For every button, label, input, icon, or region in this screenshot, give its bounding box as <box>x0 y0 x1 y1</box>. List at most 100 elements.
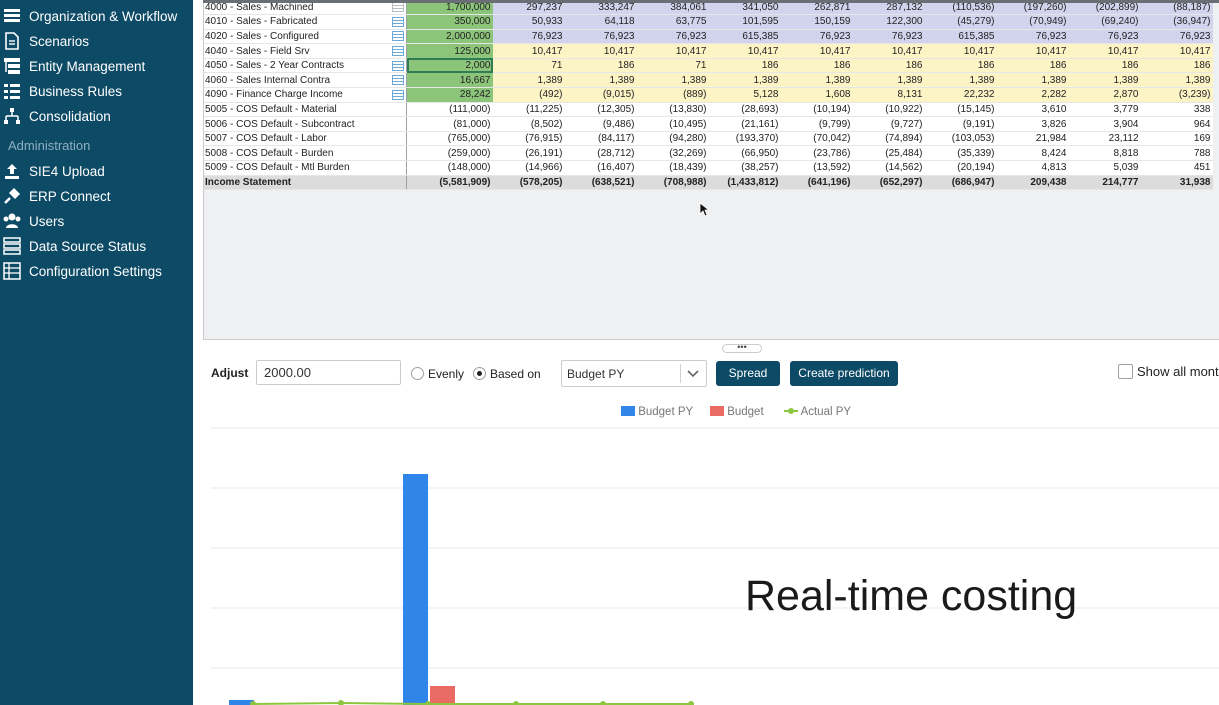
month-value-cell[interactable]: (641,196) <box>780 175 853 191</box>
month-value-cell[interactable]: 76,923 <box>564 29 637 45</box>
month-value-cell[interactable]: (70,042) <box>780 131 853 147</box>
evenly-radio[interactable] <box>411 367 424 380</box>
row-detail-icon[interactable] <box>390 43 407 59</box>
month-value-cell[interactable]: 1,389 <box>492 72 565 89</box>
month-value-cell[interactable]: 1,389 <box>924 72 997 89</box>
adjust-amount-input[interactable] <box>256 360 401 385</box>
month-value-cell[interactable]: 101,595 <box>708 14 781 30</box>
month-value-cell[interactable]: 150,159 <box>780 14 853 30</box>
based-on-select[interactable]: Budget PY <box>561 360 707 387</box>
month-value-cell[interactable]: (12,305) <box>564 102 637 118</box>
month-value-cell[interactable]: 10,417 <box>780 43 853 59</box>
month-value-cell[interactable]: 1,389 <box>564 72 637 89</box>
month-value-cell[interactable]: (10,495) <box>636 116 709 132</box>
month-value-cell[interactable]: (11,225) <box>492 102 565 118</box>
month-value-cell[interactable]: 186 <box>780 58 853 74</box>
month-value-cell[interactable]: 1,608 <box>780 87 853 103</box>
month-value-cell[interactable]: 10,417 <box>852 43 925 59</box>
month-value-cell[interactable]: 186 <box>1140 58 1213 74</box>
month-value-cell[interactable]: (15,145) <box>924 102 997 118</box>
month-value-cell[interactable]: (84,117) <box>564 131 637 147</box>
row-detail-icon[interactable] <box>390 14 407 30</box>
total-value-cell[interactable]: (111,000) <box>406 102 493 118</box>
month-value-cell[interactable]: 122,300 <box>852 14 925 30</box>
month-value-cell[interactable]: 451 <box>1140 160 1213 176</box>
show-all-months-checkbox[interactable] <box>1118 364 1133 379</box>
month-value-cell[interactable]: 1,389 <box>996 72 1069 89</box>
month-value-cell[interactable]: 10,417 <box>636 43 709 59</box>
month-value-cell[interactable]: 169 <box>1140 131 1213 147</box>
month-value-cell[interactable]: 5,128 <box>708 87 781 103</box>
month-value-cell[interactable]: (28,712) <box>564 145 637 162</box>
month-value-cell[interactable]: (889) <box>636 87 709 103</box>
month-value-cell[interactable]: (492) <box>492 87 565 103</box>
month-value-cell[interactable]: (652,297) <box>852 175 925 191</box>
month-value-cell[interactable]: 338 <box>1140 102 1213 118</box>
month-value-cell[interactable]: 615,385 <box>924 29 997 45</box>
month-value-cell[interactable]: (9,191) <box>924 116 997 132</box>
month-value-cell[interactable]: (38,257) <box>708 160 781 176</box>
row-detail-icon[interactable] <box>390 87 407 103</box>
legend-budget-py[interactable]: Budget PY <box>621 406 693 418</box>
month-value-cell[interactable]: 76,923 <box>996 29 1069 45</box>
month-value-cell[interactable]: 186 <box>708 58 781 74</box>
month-value-cell[interactable]: (708,988) <box>636 175 709 191</box>
month-value-cell[interactable]: 76,923 <box>492 29 565 45</box>
month-value-cell[interactable]: 50,933 <box>492 14 565 30</box>
month-value-cell[interactable]: 3,779 <box>1068 102 1141 118</box>
total-value-cell[interactable]: (259,000) <box>406 145 493 162</box>
month-value-cell[interactable]: 1,389 <box>636 72 709 89</box>
total-value-cell[interactable]: 16,667 <box>406 72 493 89</box>
month-value-cell[interactable]: 8,131 <box>852 87 925 103</box>
month-value-cell[interactable]: 23,112 <box>1068 131 1141 147</box>
spread-button[interactable]: Spread <box>716 361 780 386</box>
month-value-cell[interactable]: 8,818 <box>1068 145 1141 162</box>
month-value-cell[interactable]: (45,279) <box>924 14 997 30</box>
panel-splitter-handle[interactable]: ••• <box>722 343 762 353</box>
month-value-cell[interactable]: 4,813 <box>996 160 1069 176</box>
month-value-cell[interactable]: 3,826 <box>996 116 1069 132</box>
month-value-cell[interactable]: 10,417 <box>708 43 781 59</box>
sidebar-item-data-source-status[interactable]: Data Source Status <box>0 234 193 258</box>
month-value-cell[interactable]: 76,923 <box>1140 29 1213 45</box>
month-value-cell[interactable]: (638,521) <box>564 175 637 191</box>
month-value-cell[interactable]: 186 <box>996 58 1069 74</box>
sidebar-item-users[interactable]: Users <box>0 209 193 233</box>
month-value-cell[interactable]: 10,417 <box>1068 43 1141 59</box>
month-value-cell[interactable]: 71 <box>636 58 709 74</box>
total-value-cell[interactable]: 125,000 <box>406 43 493 59</box>
month-value-cell[interactable]: (3,239) <box>1140 87 1213 103</box>
month-value-cell[interactable]: (1,433,812) <box>708 175 781 191</box>
total-value-cell[interactable]: 28,242 <box>406 87 493 103</box>
month-value-cell[interactable]: 788 <box>1140 145 1213 162</box>
month-value-cell[interactable]: (18,439) <box>636 160 709 176</box>
month-value-cell[interactable]: 10,417 <box>924 43 997 59</box>
sidebar-item-consolidation[interactable]: Consolidation <box>0 104 193 128</box>
month-value-cell[interactable]: 615,385 <box>708 29 781 45</box>
month-value-cell[interactable]: (8,502) <box>492 116 565 132</box>
month-value-cell[interactable]: (193,370) <box>708 131 781 147</box>
month-value-cell[interactable]: 8,424 <box>996 145 1069 162</box>
month-value-cell[interactable]: 1,389 <box>852 72 925 89</box>
month-value-cell[interactable]: 1,389 <box>1068 72 1141 89</box>
month-value-cell[interactable]: (9,799) <box>780 116 853 132</box>
month-value-cell[interactable]: (578,205) <box>492 175 565 191</box>
month-value-cell[interactable]: (9,015) <box>564 87 637 103</box>
month-value-cell[interactable]: (76,915) <box>492 131 565 147</box>
month-value-cell[interactable]: 22,232 <box>924 87 997 103</box>
month-value-cell[interactable]: 76,923 <box>636 29 709 45</box>
month-value-cell[interactable]: (66,950) <box>708 145 781 162</box>
row-detail-icon[interactable] <box>390 58 407 74</box>
month-value-cell[interactable]: 10,417 <box>996 43 1069 59</box>
month-value-cell[interactable]: 186 <box>924 58 997 74</box>
month-value-cell[interactable]: (35,339) <box>924 145 997 162</box>
month-value-cell[interactable]: 186 <box>1068 58 1141 74</box>
total-value-cell[interactable]: (5,581,909) <box>406 175 493 191</box>
month-value-cell[interactable]: 10,417 <box>564 43 637 59</box>
month-value-cell[interactable]: (16,407) <box>564 160 637 176</box>
month-value-cell[interactable]: (74,894) <box>852 131 925 147</box>
month-value-cell[interactable]: 10,417 <box>492 43 565 59</box>
month-value-cell[interactable]: (14,562) <box>852 160 925 176</box>
month-value-cell[interactable]: (23,786) <box>780 145 853 162</box>
month-value-cell[interactable]: (9,727) <box>852 116 925 132</box>
